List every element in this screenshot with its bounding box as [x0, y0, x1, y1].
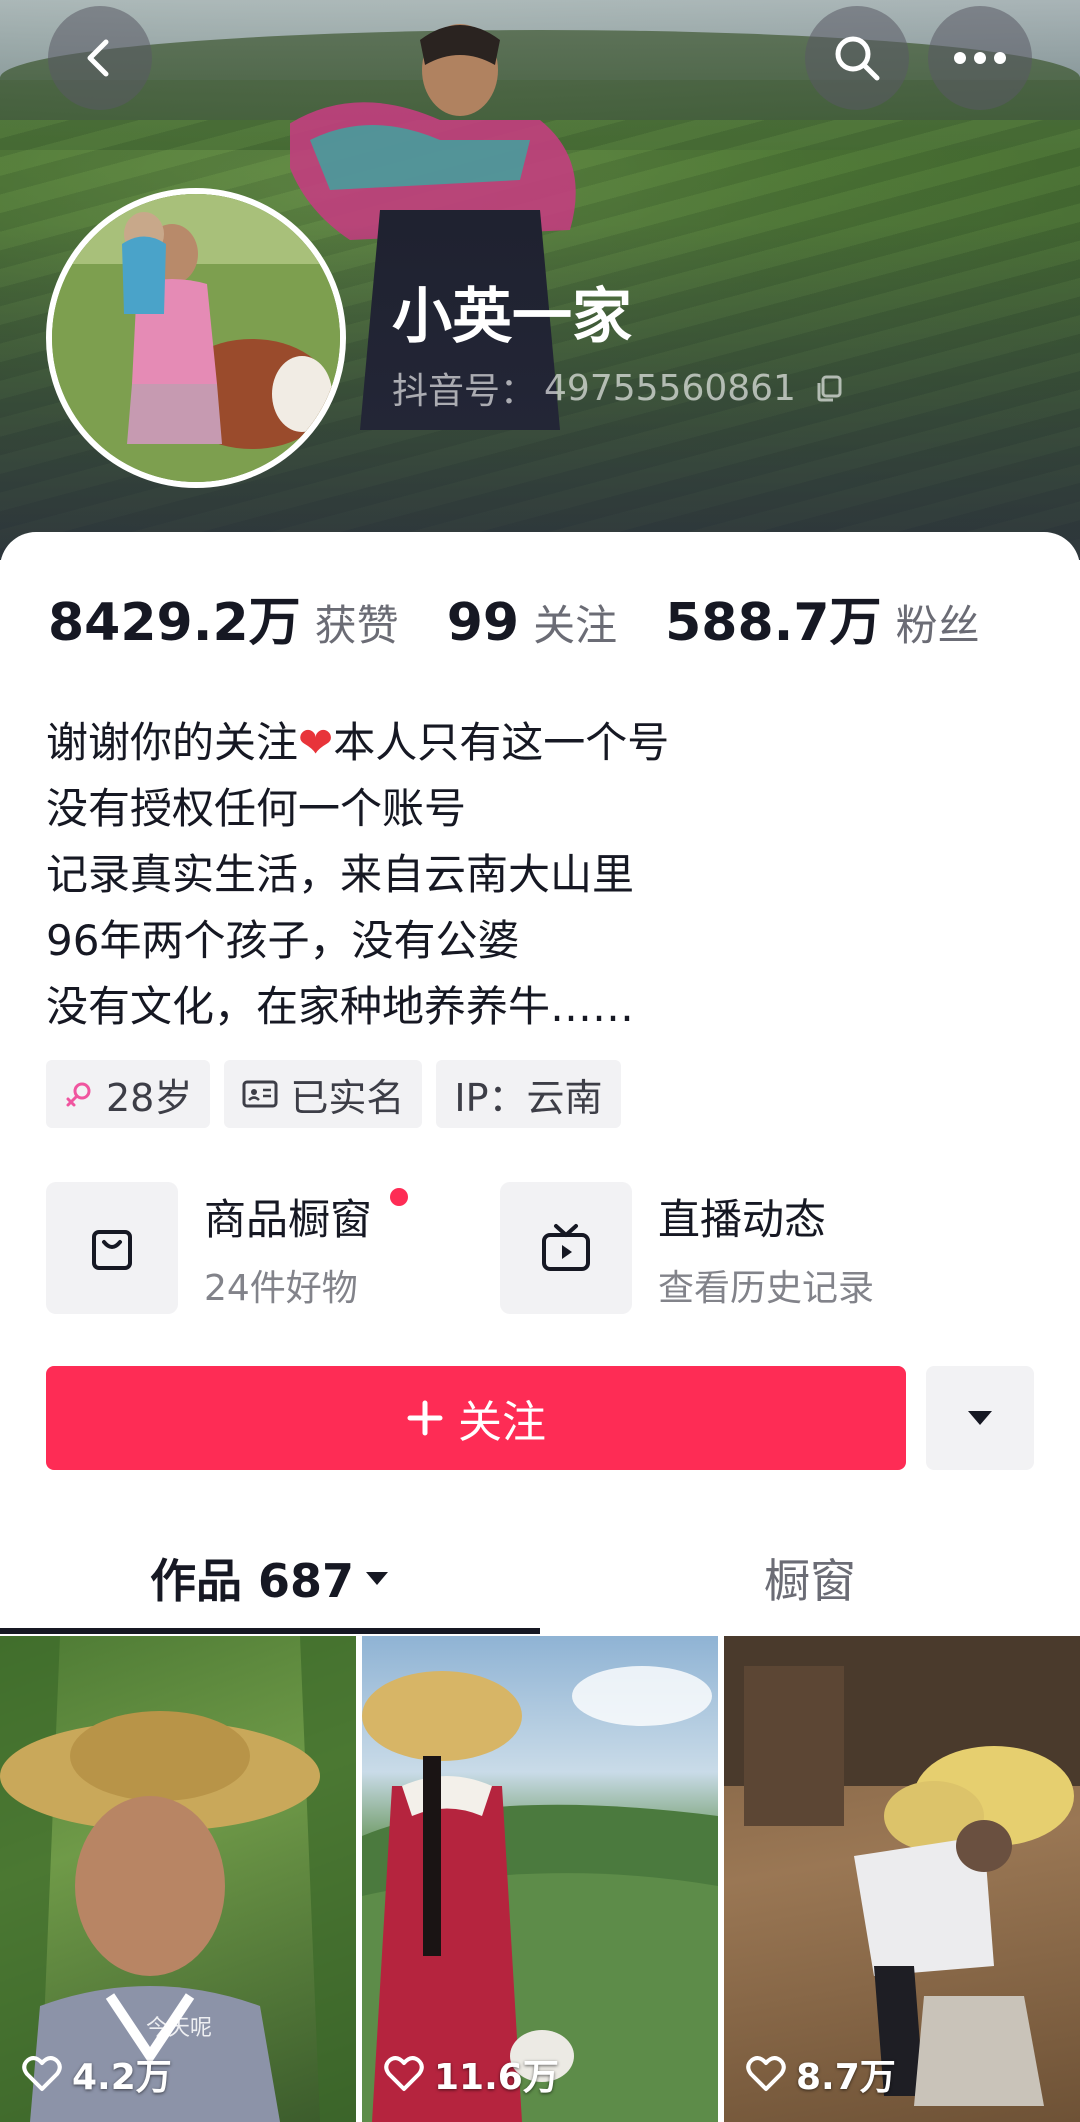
- video-likes-count: 8.7万: [796, 2057, 896, 2098]
- bio-line-1-start: 谢谢你的关注: [46, 718, 299, 767]
- avatar-photo: [52, 194, 340, 482]
- live-text: 直播动态 查看历史记录: [658, 1186, 874, 1311]
- shop-subtitle: 24件好物: [204, 1267, 358, 1309]
- bio: 谢谢你的关注❤本人只有这一个号 没有授权任何一个账号 记录真实生活，来自云南大山…: [46, 710, 669, 1040]
- caret-down-icon: [366, 1572, 389, 1585]
- video-likes: 4.2万: [22, 2048, 172, 2100]
- profile-name: 小英一家: [392, 282, 632, 352]
- heart-emoji: ❤: [298, 718, 334, 767]
- bio-line-5: 没有文化，在家种地养养牛……: [46, 982, 635, 1031]
- bio-line-1-end: 本人只有这一个号: [333, 718, 670, 767]
- stat-likes-label: 获赞: [314, 601, 399, 650]
- content-tabs: 作品 687 橱窗: [0, 1524, 1080, 1634]
- search-button[interactable]: [805, 6, 909, 110]
- heart-outline-icon: [746, 2056, 786, 2091]
- video-likes-count: 4.2万: [72, 2057, 172, 2098]
- chevron-left-icon: [87, 39, 109, 77]
- ip-tag: IP：云南: [436, 1060, 621, 1128]
- stats-row: 8429.2万 获赞 99 关注 588.7万 粉丝: [48, 580, 1028, 655]
- video-thumbnail[interactable]: 11.6万: [362, 1636, 718, 2122]
- stat-following-value: 99: [446, 593, 520, 653]
- verified-tag-label: 已实名: [290, 1075, 405, 1120]
- shop-title: 商品橱窗: [204, 1194, 373, 1244]
- douyin-id-value: 49755560861: [544, 367, 796, 409]
- tab-works-label: 作品 687: [149, 1554, 355, 1608]
- live-subtitle: 查看历史记录: [658, 1267, 875, 1309]
- stat-following-label: 关注: [533, 601, 618, 650]
- more-dots-icon: [954, 52, 1006, 64]
- video-likes-count: 11.6万: [434, 2057, 559, 2098]
- live-icon-box: [500, 1182, 632, 1314]
- profile-tags: 28岁 已实名 IP：云南: [46, 1060, 621, 1128]
- tab-shop-window-label: 橱窗: [764, 1554, 856, 1608]
- douyin-id-label: 抖音号：: [392, 371, 537, 412]
- video-thumbnail[interactable]: 8.7万: [724, 1636, 1080, 2122]
- profile-banner: 小英一家 抖音号： 49755560861: [0, 0, 1080, 560]
- shopping-bag-icon: [92, 1230, 132, 1270]
- age-tag: 28岁: [46, 1060, 211, 1128]
- stat-followers-label: 粉丝: [895, 601, 980, 650]
- stat-following[interactable]: 99 关注: [447, 592, 617, 653]
- stat-likes[interactable]: 8429.2万 获赞: [48, 580, 399, 655]
- stat-followers-value: 588.7万: [665, 593, 882, 653]
- video-caption: 今天呢: [146, 2016, 213, 2041]
- bio-line-3: 记录真实生活，来自云南大山里: [46, 850, 635, 899]
- notification-dot: [390, 1187, 408, 1206]
- ip-tag-label: IP：云南: [454, 1075, 603, 1120]
- live-history-entry[interactable]: 直播动态 查看历史记录: [500, 1182, 874, 1314]
- douyin-id-row[interactable]: 抖音号： 49755560861: [392, 362, 844, 414]
- bio-line-2: 没有授权任何一个账号: [46, 784, 467, 833]
- heart-outline-icon: [22, 2056, 62, 2091]
- plus-icon: [407, 1400, 443, 1436]
- video-thumbnail[interactable]: 今天呢 4.2万: [0, 1636, 356, 2122]
- search-icon: [835, 36, 880, 81]
- stat-followers[interactable]: 588.7万 粉丝: [665, 580, 980, 655]
- avatar[interactable]: [46, 188, 346, 488]
- tv-play-icon: [542, 1224, 590, 1271]
- tab-works[interactable]: 作品 687: [0, 1524, 540, 1632]
- profile-card: 8429.2万 获赞 99 关注 588.7万 粉丝 谢谢你的关注❤本人只有这一…: [0, 532, 1080, 2122]
- copy-icon[interactable]: [814, 373, 844, 403]
- stat-likes-value: 8429.2万: [48, 593, 301, 653]
- more-options-dropdown[interactable]: [926, 1366, 1034, 1470]
- live-title: 直播动态: [658, 1194, 827, 1244]
- shop-text: 商品橱窗 24件好物: [204, 1186, 408, 1311]
- video-likes: 11.6万: [384, 2048, 559, 2100]
- verified-tag[interactable]: 已实名: [224, 1060, 423, 1128]
- follow-button[interactable]: 关注: [46, 1366, 906, 1470]
- video-likes: 8.7万: [746, 2048, 896, 2100]
- id-card-icon: [242, 1080, 278, 1108]
- shop-window-entry[interactable]: 商品橱窗 24件好物: [46, 1182, 408, 1314]
- more-button[interactable]: [928, 6, 1032, 110]
- tab-shop-window[interactable]: 橱窗: [540, 1524, 1080, 1632]
- bio-line-1: 谢谢你的关注❤本人只有这一个号: [46, 710, 669, 776]
- bio-line-4: 96年两个孩子，没有公婆: [46, 916, 520, 965]
- shop-icon-box: [46, 1182, 178, 1314]
- back-button[interactable]: [48, 6, 152, 110]
- active-tab-indicator: [0, 1628, 540, 1634]
- video-grid: 今天呢 4.2万 11.6万 8.7万: [0, 1636, 1080, 2122]
- female-icon: [66, 1082, 91, 1107]
- caret-down-icon: [968, 1411, 992, 1425]
- follow-button-label: 关注: [458, 1397, 546, 1448]
- age-tag-label: 28岁: [106, 1075, 193, 1120]
- heart-outline-icon: [384, 2056, 424, 2091]
